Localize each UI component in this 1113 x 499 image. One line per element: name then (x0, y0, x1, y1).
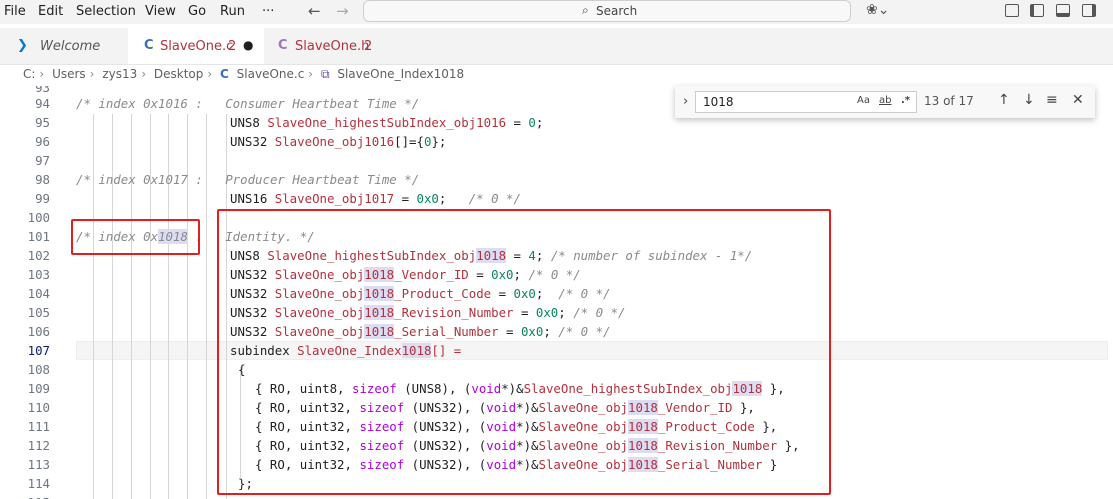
line-number: 97 (35, 153, 50, 168)
menu-view[interactable]: View (145, 4, 176, 19)
title-bar: File Edit Selection View Go Run ··· ← → … (0, 0, 1113, 24)
tab-slaveone-h[interactable]: C SlaveOne.h 2 (264, 28, 399, 64)
tab-label: SlaveOne.h (295, 39, 370, 54)
line-number: 110 (27, 400, 50, 415)
line-number: 94 (35, 96, 50, 111)
find-widget: › 1018 Aa ab .* 13 of 17 ↑ ↓ ≡ ✕ (675, 86, 1095, 118)
line-number: 96 (35, 134, 50, 149)
problem-count: 2 (228, 39, 237, 54)
toggle-panel-icon[interactable] (1056, 4, 1070, 17)
menu-file[interactable]: File (4, 4, 26, 19)
crumb-drive[interactable]: C: (23, 67, 35, 81)
menu-go[interactable]: Go (188, 4, 206, 19)
search-icon: ⌕ (582, 3, 589, 17)
toggle-replace-chevron-icon[interactable]: › (683, 94, 688, 109)
crumb-user[interactable]: zys13 (102, 67, 137, 81)
line-number: 102 (27, 248, 50, 263)
line-number: 104 (27, 286, 50, 301)
crumb-symbol[interactable]: SlaveOne_Index1018 (337, 67, 464, 81)
menu-more[interactable]: ··· (262, 4, 274, 19)
line-number: 108 (27, 362, 50, 377)
line-number: 101 (27, 229, 50, 244)
line-number: 99 (35, 191, 50, 206)
code-line: UNS8 SlaveOne_highestSubIndex_obj1016 = … (230, 115, 544, 130)
whole-word-button[interactable]: ab (879, 95, 891, 106)
code-line: /* index 0x1017 : Producer Heartbeat Tim… (76, 172, 420, 187)
search-label: Search (596, 4, 638, 18)
toggle-secondary-sidebar-icon[interactable] (1082, 4, 1096, 17)
layout-icon[interactable] (1005, 4, 1019, 17)
tab-welcome[interactable]: ❯ Welcome (0, 28, 128, 64)
next-match-arrow-icon[interactable]: ↓ (1023, 92, 1035, 108)
problem-count: 2 (364, 39, 373, 54)
find-in-selection-icon[interactable]: ≡ (1046, 92, 1058, 108)
c-file-icon: C (144, 38, 154, 53)
code-line: /* index 0x1016 : Consumer Heartbeat Tim… (76, 96, 420, 111)
line-number: 100 (27, 210, 50, 225)
crumb-file[interactable]: SlaveOne.c (237, 67, 305, 81)
close-icon[interactable]: ✕ (1072, 92, 1084, 108)
crumb-desktop[interactable]: Desktop (154, 67, 204, 81)
line-number: 113 (27, 457, 50, 472)
breadcrumb: C: › Users › zys13 › Desktop › C SlaveOne.c ›… (23, 67, 465, 81)
line-number: 95 (35, 115, 50, 130)
menu-selection[interactable]: Selection (76, 4, 136, 19)
tab-bar: ❯ Welcome C SlaveOne.c 2 ● C SlaveOne.h … (0, 28, 1113, 65)
unsaved-dot-icon[interactable]: ● (243, 38, 253, 52)
line-number: 114 (27, 476, 50, 491)
line-number: 111 (27, 419, 50, 434)
line-number: 106 (27, 324, 50, 339)
line-number: 112 (27, 438, 50, 453)
c-file-icon: C (220, 67, 229, 81)
copilot-icon[interactable]: ❀⌄ (866, 2, 889, 18)
symbol-icon: ⧉ (320, 67, 330, 81)
toggle-sidebar-icon[interactable] (1030, 4, 1044, 17)
line-number: 105 (27, 305, 50, 320)
code-line: UNS16 SlaveOne_obj1017 = 0x0; /* 0 */ (230, 191, 521, 206)
tab-label: SlaveOne.c (160, 39, 234, 54)
menu-edit[interactable]: Edit (38, 4, 63, 19)
command-center-search[interactable]: ⌕ Search (363, 0, 851, 22)
line-number: 115 (0, 493, 50, 499)
regex-button[interactable]: .* (901, 95, 910, 106)
previous-match-arrow-icon[interactable]: ↑ (998, 92, 1010, 108)
tab-label: Welcome (40, 39, 101, 54)
line-number: 103 (27, 267, 50, 282)
forward-arrow-icon[interactable]: → (336, 2, 349, 20)
code-line: UNS32 SlaveOne_obj1016[]={0}; (230, 134, 447, 149)
c-header-icon: C (278, 38, 288, 53)
match-count: 13 of 17 (924, 94, 974, 108)
annotation-box-index-comment (71, 219, 200, 255)
line-number: 98 (35, 172, 50, 187)
annotation-box-identity-block (217, 209, 831, 495)
line-number: 109 (27, 381, 50, 396)
crumb-users[interactable]: Users (52, 67, 86, 81)
back-arrow-icon[interactable]: ← (308, 2, 321, 20)
match-case-button[interactable]: Aa (857, 95, 870, 106)
tab-slaveone-c[interactable]: C SlaveOne.c 2 ● (128, 28, 264, 64)
line-number: 107 (27, 343, 50, 358)
menu-run[interactable]: Run (220, 4, 245, 19)
code-editor[interactable]: 93 94 /* index 0x1016 : Consumer Heartbe… (0, 86, 1113, 499)
vscode-icon: ❯ (17, 38, 28, 53)
